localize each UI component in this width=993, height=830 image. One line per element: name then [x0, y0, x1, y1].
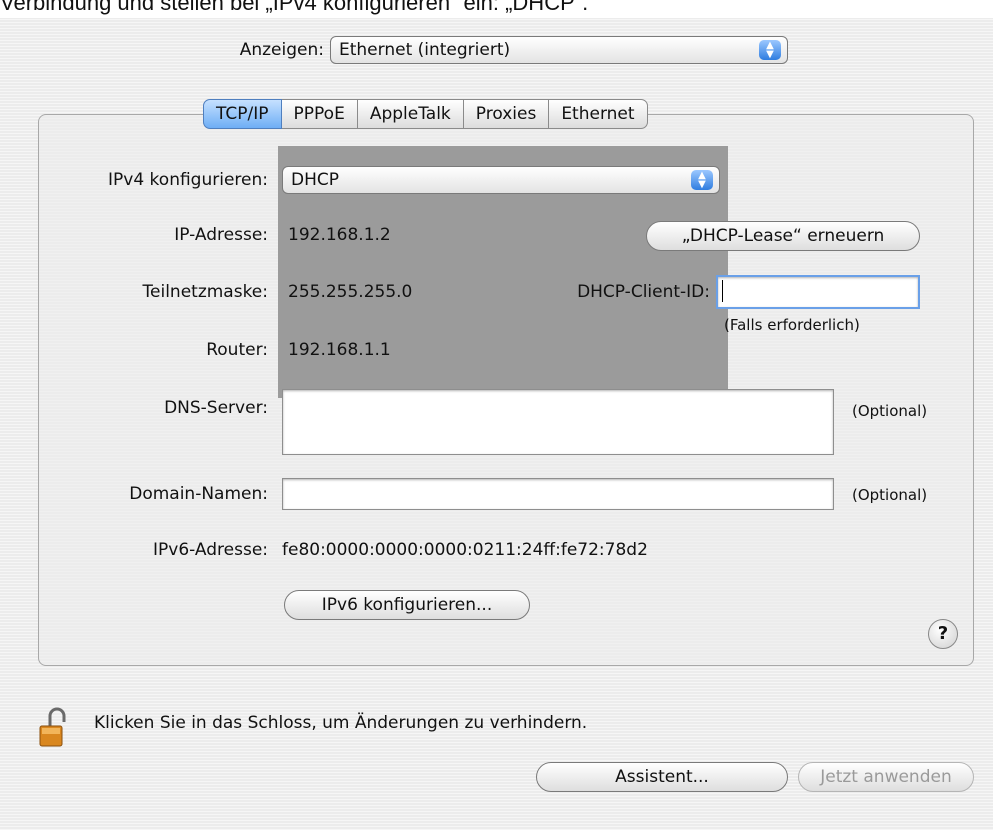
ipv4-popup[interactable]: DHCP ▲ ▼: [282, 166, 720, 194]
show-popup[interactable]: Ethernet (integriert) ▲ ▼: [330, 36, 788, 64]
ip-label: IP-Adresse:: [174, 225, 268, 245]
tab-pppoe[interactable]: PPPoE: [281, 99, 358, 129]
client-id-label: DHCP-Client-ID:: [577, 282, 710, 302]
tab-proxies[interactable]: Proxies: [463, 99, 550, 129]
ip-value: 192.168.1.2: [288, 225, 391, 245]
lock-hint: Klicken Sie in das Schloss, um Änderunge…: [94, 713, 588, 733]
domain-field[interactable]: [282, 478, 834, 510]
popup-arrows-icon: ▲ ▼: [691, 170, 713, 190]
subnet-value: 255.255.255.0: [288, 282, 413, 302]
show-popup-value: Ethernet (integriert): [339, 40, 511, 60]
caption-text: Verbindung und stellen bei „IPv4 konfigu…: [0, 0, 589, 15]
router-value: 192.168.1.1: [288, 340, 391, 360]
client-id-hint: (Falls erforderlich): [724, 316, 860, 334]
ipv4-label: IPv4 konfigurieren:: [108, 170, 268, 190]
domain-optional: (Optional): [852, 486, 928, 504]
network-preferences-window: Anzeigen: Ethernet (integriert) ▲ ▼ TCP/I…: [0, 18, 993, 830]
apply-now-button[interactable]: Jetzt anwenden: [798, 762, 974, 792]
show-label: Anzeigen:: [239, 40, 324, 60]
ipv6-value: fe80:0000:0000:0000:0211:24ff:fe72:78d2: [282, 540, 648, 560]
tab-bar: TCP/IP PPPoE AppleTalk Proxies Ethernet: [203, 99, 648, 129]
subnet-label: Teilnetzmaske:: [142, 282, 268, 302]
lock-icon[interactable]: [38, 706, 70, 748]
ipv6-configure-button[interactable]: IPv6 konfigurieren...: [284, 590, 530, 620]
help-button[interactable]: ?: [928, 619, 958, 649]
tab-tcpip[interactable]: TCP/IP: [203, 99, 282, 129]
text-cursor: [722, 280, 723, 302]
router-label: Router:: [206, 340, 268, 360]
ipv6-label: IPv6-Adresse:: [153, 540, 268, 560]
dns-optional: (Optional): [852, 402, 928, 420]
domain-label: Domain-Namen:: [129, 484, 268, 504]
renew-lease-button[interactable]: „DHCP-Lease“ erneuern: [646, 221, 920, 251]
ipv4-popup-value: DHCP: [291, 170, 339, 190]
popup-arrows-icon: ▲ ▼: [759, 40, 781, 60]
tab-appletalk[interactable]: AppleTalk: [357, 99, 464, 129]
tab-ethernet[interactable]: Ethernet: [549, 99, 648, 129]
client-id-field[interactable]: [716, 275, 920, 309]
assistant-button[interactable]: Assistent...: [536, 762, 788, 792]
dns-field[interactable]: [282, 389, 834, 455]
dns-label: DNS-Server:: [164, 398, 268, 418]
